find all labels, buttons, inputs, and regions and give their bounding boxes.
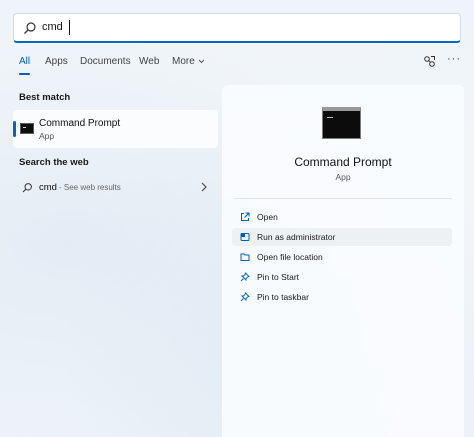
best-match-item[interactable]: Command Prompt App — [13, 110, 218, 148]
share-icon[interactable] — [423, 55, 436, 68]
detail-subtitle: App — [335, 172, 351, 182]
pin-to-taskbar-action[interactable]: Pin to taskbar — [232, 288, 452, 306]
tab-apps[interactable]: Apps — [45, 56, 68, 67]
more-options-icon[interactable]: ··· — [447, 53, 461, 65]
command-prompt-icon — [20, 123, 34, 134]
chevron-down-icon — [198, 59, 205, 64]
detail-panel: Command Prompt App Open Run as administr… — [222, 85, 464, 437]
pin-to-start-label: Pin to Start — [257, 272, 300, 282]
tab-more[interactable]: More — [172, 56, 205, 67]
active-tab-indicator — [19, 73, 30, 75]
open-external-icon — [241, 212, 250, 221]
command-prompt-icon — [322, 107, 361, 139]
run-as-administrator-label: Run as administrator — [257, 232, 336, 242]
web-search-item[interactable]: cmd - See web results — [13, 177, 218, 199]
open-label: Open — [257, 212, 278, 222]
best-match-title: Command Prompt — [39, 118, 121, 129]
pin-icon — [240, 272, 250, 282]
best-match-subtitle: App — [39, 131, 55, 141]
pin-icon — [240, 292, 250, 302]
open-file-location-label: Open file location — [257, 252, 323, 262]
selection-accent — [13, 121, 16, 137]
open-file-location-action[interactable]: Open file location — [232, 248, 452, 266]
detail-title: Command Prompt — [294, 155, 392, 169]
tab-more-label: More — [172, 56, 195, 67]
best-match-heading: Best match — [19, 92, 71, 103]
tab-documents[interactable]: Documents — [80, 56, 131, 67]
search-box[interactable]: cmd — [13, 13, 461, 43]
search-icon — [22, 183, 32, 193]
tab-web[interactable]: Web — [139, 56, 159, 67]
text-caret — [69, 20, 70, 35]
run-as-administrator-action[interactable]: Run as administrator — [232, 228, 452, 246]
web-search-query: cmd — [39, 182, 57, 193]
shield-admin-icon — [240, 233, 250, 241]
web-search-hint: - See web results — [59, 183, 121, 192]
search-input[interactable]: cmd — [42, 21, 63, 33]
open-action[interactable]: Open — [232, 208, 452, 226]
search-icon — [24, 22, 36, 34]
chevron-right-icon — [201, 182, 207, 192]
search-web-heading: Search the web — [19, 157, 89, 168]
folder-icon — [240, 253, 250, 261]
pin-to-taskbar-label: Pin to taskbar — [257, 292, 309, 302]
pin-to-start-action[interactable]: Pin to Start — [232, 268, 452, 286]
divider — [234, 198, 452, 199]
tab-all[interactable]: All — [19, 56, 30, 67]
